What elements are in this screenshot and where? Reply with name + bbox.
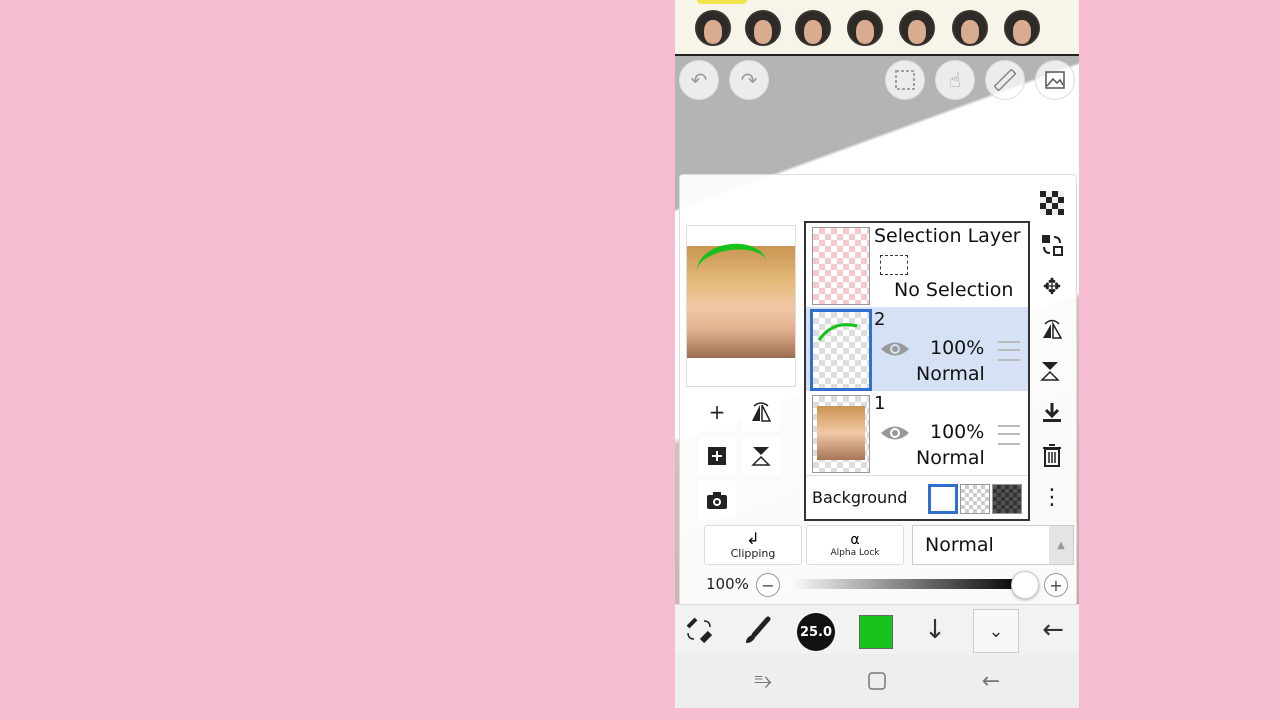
clipping-arrow-icon: ↲: [746, 528, 760, 548]
move-icon[interactable]: ✥: [1032, 267, 1072, 307]
selection-layer-row[interactable]: Selection Layer No Selection: [806, 223, 1028, 307]
pen-eraser-swap-icon[interactable]: [677, 609, 721, 651]
background-transparent-swatch[interactable]: [960, 484, 990, 514]
ad-face-5: [899, 10, 935, 46]
canvas-preview[interactable]: [686, 225, 796, 387]
ad-face-3: [795, 10, 831, 46]
layer-opacity: 100%: [930, 421, 985, 443]
ad-face-1: [695, 10, 731, 46]
clipping-label: Clipping: [730, 546, 776, 560]
alpha-lock-label: Alpha Lock: [830, 548, 880, 558]
background-row: Background: [806, 475, 1028, 520]
layer-row-1[interactable]: 1 100% Normal: [806, 391, 1028, 475]
image-icon[interactable]: [1035, 60, 1075, 100]
selection-layer-thumbnail: [812, 227, 870, 305]
flip-vertical-button[interactable]: [742, 437, 780, 475]
eye-icon[interactable]: [880, 339, 910, 365]
dashed-selection-icon[interactable]: [885, 60, 925, 100]
system-back-icon[interactable]: ←: [971, 666, 1011, 696]
dropdown-arrow-icon[interactable]: ▲: [1049, 526, 1073, 564]
more-options-icon[interactable]: ⋮: [1032, 477, 1072, 517]
camera-icon[interactable]: [698, 481, 736, 519]
flip-horizontal-icon[interactable]: [1032, 309, 1072, 349]
layer-side-toolbar: ✥ ⋮: [1032, 179, 1072, 521]
layer-blend-mode: Normal: [916, 447, 985, 469]
layer-list: Selection Layer No Selection 2 100% Norm…: [804, 221, 1030, 521]
home-square-icon[interactable]: [857, 666, 897, 696]
merge-down-icon[interactable]: [1032, 393, 1072, 433]
ad-face-7: [1004, 10, 1040, 46]
blend-mode-value: Normal: [925, 534, 994, 556]
layer-row-2[interactable]: 2 100% Normal: [806, 307, 1028, 391]
layer-1-thumbnail: [812, 395, 870, 473]
system-navigation-bar: ⥱ ←: [675, 654, 1079, 708]
background-dark-swatch[interactable]: [992, 484, 1022, 514]
layer-number: 1: [874, 393, 886, 414]
checkerboard-icon[interactable]: [1032, 183, 1072, 223]
dashed-selection-icon: [880, 255, 908, 275]
background-label: Background: [812, 488, 908, 507]
opacity-decrease-button[interactable]: −: [756, 573, 780, 597]
recent-apps-icon[interactable]: ⥱: [743, 666, 783, 696]
alpha-lock-icon: α: [850, 532, 860, 548]
opacity-value: 100%: [706, 575, 749, 593]
phone-screen: ↶ ↷ ☝ + Selection Layer No Selection 2 1…: [675, 0, 1079, 708]
selection-layer-title: Selection Layer: [874, 225, 1021, 247]
bottom-toolbar: 25.0 ↓ ⌄ ←: [675, 604, 1079, 655]
eye-icon[interactable]: [880, 423, 910, 449]
opacity-slider-thumb[interactable]: [1011, 571, 1039, 599]
drag-handle-icon[interactable]: [998, 341, 1020, 361]
alpha-lock-button[interactable]: α Alpha Lock: [806, 525, 904, 565]
back-arrow-icon[interactable]: ←: [1031, 609, 1075, 651]
layer-1-photo: [817, 406, 865, 460]
ad-face-6: [952, 10, 988, 46]
drag-handle-icon[interactable]: [998, 425, 1020, 445]
hand-pointer-icon[interactable]: ☝: [935, 60, 975, 100]
clipping-button[interactable]: ↲ Clipping: [704, 525, 802, 565]
add-folder-button[interactable]: [698, 437, 736, 475]
layer-blend-mode: Normal: [916, 363, 985, 385]
opacity-slider-track[interactable]: [788, 579, 1024, 589]
blend-mode-select[interactable]: Normal ▲: [912, 525, 1074, 565]
opacity-increase-button[interactable]: +: [1044, 573, 1068, 597]
ad-banner[interactable]: [675, 0, 1079, 56]
flip-horizontal-button[interactable]: [742, 393, 780, 431]
trash-icon[interactable]: [1032, 435, 1072, 475]
swap-layer-icon[interactable]: [1032, 225, 1072, 265]
collapse-chevron-icon[interactable]: ⌄: [973, 609, 1019, 653]
ad-face-4: [847, 10, 883, 46]
brush-icon[interactable]: [735, 609, 779, 651]
arrow-down-icon[interactable]: ↓: [913, 609, 957, 651]
layers-panel: + Selection Layer No Selection 2 100% No…: [679, 174, 1077, 604]
selection-status: No Selection: [894, 279, 1014, 301]
ruler-icon[interactable]: [985, 60, 1025, 100]
brush-size-indicator[interactable]: 25.0: [797, 613, 835, 651]
redo-icon[interactable]: ↷: [729, 60, 769, 100]
flip-vertical-icon[interactable]: [1032, 351, 1072, 391]
layer-number: 2: [874, 309, 886, 330]
layer-opacity: 100%: [930, 337, 985, 359]
background-white-swatch[interactable]: [928, 484, 958, 514]
drawing-canvas[interactable]: ↶ ↷ ☝ + Selection Layer No Selection 2 1…: [675, 56, 1079, 604]
add-layer-button[interactable]: +: [698, 393, 736, 431]
layer-2-thumbnail: [810, 309, 872, 391]
banner-highlight: [697, 0, 747, 4]
ad-face-2: [745, 10, 781, 46]
color-swatch[interactable]: [859, 615, 893, 649]
undo-icon[interactable]: ↶: [679, 60, 719, 100]
